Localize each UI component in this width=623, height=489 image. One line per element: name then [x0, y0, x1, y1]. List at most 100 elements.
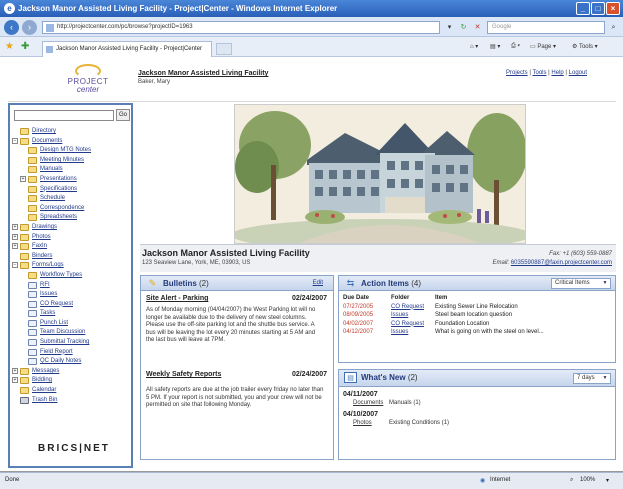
expand-icon[interactable]: + — [12, 223, 18, 230]
sidebar-item[interactable]: + Messages — [12, 367, 132, 377]
sidebar-item-label[interactable]: Trash Bin — [32, 396, 57, 405]
minimize-button[interactable]: _ — [576, 2, 590, 15]
folder-link[interactable]: CO Request — [391, 321, 424, 327]
sidebar-item-label[interactable]: Spreadsheets — [40, 213, 77, 222]
close-button[interactable]: × — [606, 2, 620, 15]
sidebar-item[interactable]: Specifications — [12, 185, 132, 195]
sidebar-item[interactable]: Submittal Tracking — [12, 338, 132, 348]
days-select[interactable]: 7 days ▼ — [573, 373, 611, 384]
sidebar-item-label[interactable]: Field Report — [40, 348, 73, 357]
sidebar-item[interactable]: Field Report — [12, 348, 132, 358]
sidebar-item[interactable]: Directory — [12, 127, 132, 137]
sidebar-item[interactable]: Tasks — [12, 309, 132, 319]
sidebar-item-label[interactable]: Binders — [32, 252, 52, 261]
sidebar-item-label[interactable]: Presentations — [40, 175, 77, 184]
bulletin-heading[interactable]: Weekly Safety Reports — [146, 371, 221, 378]
print-icon[interactable]: ⎙ ▾ — [511, 43, 520, 50]
sidebar-item[interactable]: Spreadsheets — [12, 213, 132, 223]
sidebar-item-label[interactable]: Bidding — [32, 376, 52, 385]
expand-icon[interactable]: + — [12, 367, 18, 374]
sidebar-item-label[interactable]: FaxIn — [32, 242, 47, 251]
sidebar-item[interactable]: Manuals — [12, 165, 132, 175]
sidebar-item-label[interactable]: QC Daily Notes — [40, 357, 81, 366]
expand-icon[interactable]: + — [12, 377, 18, 384]
sidebar-item[interactable]: Team Discussion — [12, 328, 132, 338]
sidebar-item-label[interactable]: Calendar — [32, 386, 56, 395]
sidebar-item-label[interactable]: Messages — [32, 367, 59, 376]
critical-items-select[interactable]: Critical Items ▼ — [551, 278, 611, 289]
sidebar-item[interactable]: + Photos — [12, 233, 132, 243]
sidebar-item[interactable]: QC Daily Notes — [12, 357, 132, 367]
sidebar-item-label[interactable]: Manuals — [40, 165, 63, 174]
expand-icon[interactable]: + — [20, 175, 26, 182]
sidebar-item-label[interactable]: Directory — [32, 127, 56, 136]
project-title-link[interactable]: Jackson Manor Assisted Living Facility — [138, 70, 268, 77]
refresh-icon[interactable]: ↻ — [457, 21, 470, 34]
table-row[interactable]: 08/09/2005 Issues Steel beam location ques… — [343, 312, 613, 321]
sidebar-item-label[interactable]: Drawings — [32, 223, 57, 232]
whats-new-folder-link[interactable]: Documents — [353, 400, 383, 406]
expand-icon[interactable]: + — [12, 233, 18, 240]
email-link[interactable]: 6035590887@faxin.projectcenter.com — [511, 260, 612, 266]
sidebar-item-label[interactable]: Design MTG Notes — [40, 146, 91, 155]
sidebar-item-label[interactable]: Workflow Types — [40, 271, 82, 280]
help-link[interactable]: Help — [551, 70, 563, 76]
sidebar-item[interactable]: + Bidding — [12, 376, 132, 386]
sidebar-item[interactable]: Design MTG Notes — [12, 146, 132, 156]
sidebar-item-label[interactable]: Punch List — [40, 319, 68, 328]
sidebar-item[interactable]: Calendar — [12, 386, 132, 396]
project-center-logo[interactable]: PROJECT center — [56, 64, 120, 98]
back-button[interactable]: ‹ — [4, 20, 19, 35]
tools-link[interactable]: Tools — [532, 70, 546, 76]
add-favorite-icon[interactable]: ✚ — [21, 41, 29, 52]
page-menu[interactable]: ▭ Page ▾ — [530, 43, 556, 50]
collapse-icon[interactable]: − — [12, 262, 18, 269]
sidebar-item-label[interactable]: Team Discussion — [40, 328, 85, 337]
feeds-icon[interactable]: ▤ ▾ — [490, 43, 500, 50]
sidebar-item-label[interactable]: RFI — [40, 281, 50, 290]
item-cell[interactable]: Existing Sewer Line Relocation — [435, 304, 518, 310]
sidebar-item[interactable]: Binders — [12, 252, 132, 262]
go-button[interactable]: Go — [116, 109, 130, 121]
sidebar-item[interactable]: RFI — [12, 281, 132, 291]
table-row[interactable]: 07/27/2005 CO Request Existing Sewer Line … — [343, 304, 613, 313]
sidebar-item[interactable]: + Drawings — [12, 223, 132, 233]
forward-button[interactable]: › — [22, 20, 37, 35]
collapse-icon[interactable]: − — [12, 137, 18, 144]
sidebar-item-label[interactable]: CO Request — [40, 300, 73, 309]
sidebar-item-label[interactable]: Meeting Minutes — [40, 156, 84, 165]
sidebar-item[interactable]: Trash Bin — [12, 396, 132, 406]
address-bar[interactable]: http://projectcenter.com/pc/browse?proje… — [42, 21, 440, 34]
bulletin-heading[interactable]: Site Alert - Parking — [146, 295, 208, 302]
sidebar-search-input[interactable] — [14, 110, 114, 121]
sidebar-item[interactable]: − Documents — [12, 137, 132, 147]
zoom-level[interactable]: 100% — [580, 477, 595, 483]
sidebar-item[interactable]: − Forms/Logs — [12, 261, 132, 271]
edit-link[interactable]: Edit — [313, 280, 323, 286]
table-row[interactable]: 04/02/2007 CO Request Foundation Location — [343, 321, 613, 330]
sidebar-item[interactable]: CO Request — [12, 300, 132, 310]
sidebar-item[interactable]: Issues — [12, 290, 132, 300]
sidebar-item-label[interactable]: Specifications — [40, 185, 77, 194]
sidebar-item[interactable]: + FaxIn — [12, 242, 132, 252]
sidebar-item-label[interactable]: Submittal Tracking — [40, 338, 89, 347]
home-icon[interactable]: ⌂ ▾ — [470, 43, 478, 50]
dropdown-arrow-icon[interactable]: ▾ — [443, 21, 456, 34]
tools-menu[interactable]: ⚙ Tools ▾ — [572, 43, 598, 50]
sidebar-item-label[interactable]: Photos — [32, 233, 51, 242]
whats-new-folder-link[interactable]: Photos — [353, 420, 372, 426]
sidebar-item-label[interactable]: Forms/Logs — [32, 261, 64, 270]
sidebar-item-label[interactable]: Schedule — [40, 194, 65, 203]
favorites-star-icon[interactable]: ★ — [5, 41, 14, 52]
search-icon[interactable]: ⌕ — [607, 21, 620, 34]
expand-icon[interactable]: + — [12, 243, 18, 250]
sidebar-item[interactable]: Punch List — [12, 319, 132, 329]
sidebar-item[interactable]: Meeting Minutes — [12, 156, 132, 166]
browser-tab[interactable]: Jackson Manor Assisted Living Facility -… — [42, 41, 212, 57]
logout-link[interactable]: Logout — [569, 70, 587, 76]
sidebar-item-label[interactable]: Issues — [40, 290, 57, 299]
projects-link[interactable]: Projects — [506, 70, 528, 76]
sidebar-item-label[interactable]: Correspondence — [40, 204, 84, 213]
sidebar-item[interactable]: Correspondence — [12, 204, 132, 214]
maximize-button[interactable]: □ — [591, 2, 605, 15]
